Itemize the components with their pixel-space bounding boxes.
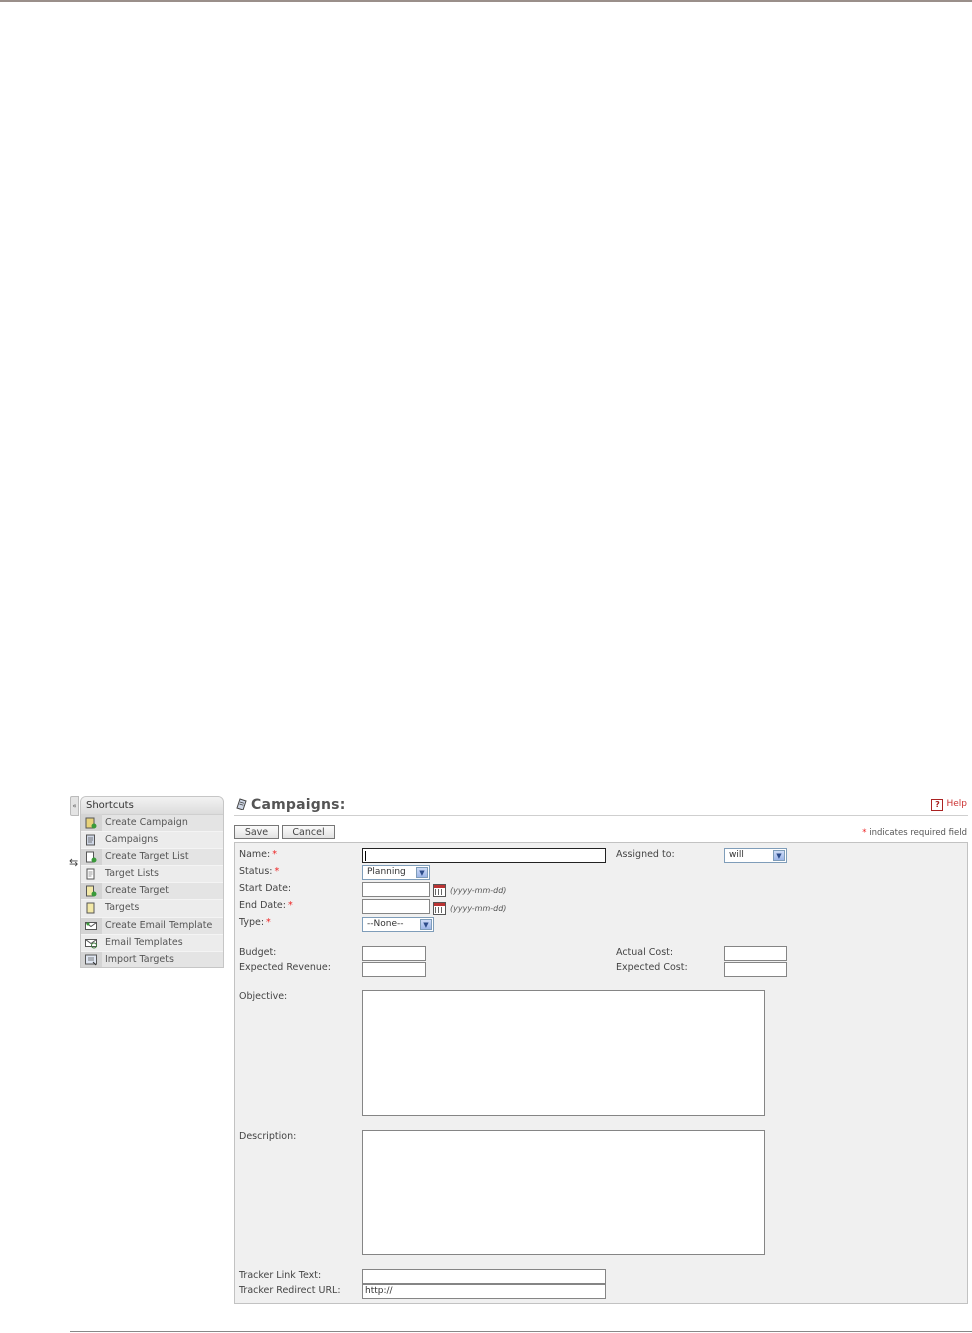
sidebar-item-create-target-list[interactable]: Create Target List xyxy=(81,849,223,867)
sidebar-item-label: Email Templates xyxy=(105,936,183,948)
expected-cost-label: Expected Cost: xyxy=(616,962,688,973)
sidebar-item-label: Target Lists xyxy=(105,868,159,880)
assigned-to-label: Assigned to: xyxy=(616,849,675,860)
objective-label: Objective: xyxy=(239,991,288,1002)
sidebar-item-label: Targets xyxy=(105,902,140,914)
tracker-link-text-label: Tracker Link Text: xyxy=(239,1270,322,1281)
top-rule xyxy=(0,0,972,2)
description-label: Description: xyxy=(239,1131,297,1142)
create-email-template-icon xyxy=(85,921,97,930)
page-title-text: Campaigns: xyxy=(251,797,346,813)
assigned-to-value: will xyxy=(729,850,744,860)
required-field-note: * indicates required field xyxy=(862,828,967,838)
expected-revenue-label: Expected Revenue: xyxy=(239,962,331,973)
create-target-icon xyxy=(86,885,97,897)
type-label: Type: * xyxy=(239,917,271,928)
expected-cost-input[interactable] xyxy=(724,962,787,977)
tracker-link-text-input[interactable] xyxy=(362,1269,606,1284)
create-target-list-icon xyxy=(86,851,97,863)
budget-input[interactable] xyxy=(362,946,426,961)
title-divider xyxy=(234,815,968,816)
sidebar-collapse-tab[interactable]: « xyxy=(70,796,79,816)
sidebar-item-import-targets[interactable]: Import Targets xyxy=(81,952,223,967)
name-input[interactable] xyxy=(362,848,606,863)
assigned-to-select[interactable]: will ▼ xyxy=(724,848,787,863)
objective-textarea[interactable] xyxy=(362,990,765,1116)
sidebar-title: Shortcuts xyxy=(81,797,223,815)
name-label-text: Name: xyxy=(239,849,271,860)
sidebar-item-label: Create Email Template xyxy=(105,919,213,931)
shortcut-list: Create Campaign Campaigns Create Target … xyxy=(81,815,223,967)
description-textarea[interactable] xyxy=(362,1130,765,1255)
sidebar-item-campaigns[interactable]: Campaigns xyxy=(81,832,223,850)
type-select[interactable]: --None-- ▼ xyxy=(362,917,434,932)
start-date-input[interactable] xyxy=(362,882,430,897)
tracker-redirect-url-input[interactable]: http:// xyxy=(362,1284,606,1299)
type-label-text: Type: xyxy=(239,917,265,928)
help-icon: ? xyxy=(931,799,944,811)
sidebar-item-target-lists[interactable]: Target Lists xyxy=(81,866,223,884)
save-button[interactable]: Save xyxy=(234,825,279,839)
sidebar-item-label: Create Target List xyxy=(105,851,189,863)
sidebar-item-targets[interactable]: Targets xyxy=(81,900,223,918)
type-value: --None-- xyxy=(367,919,404,929)
chevron-down-icon: ▼ xyxy=(773,850,785,861)
target-lists-icon xyxy=(86,868,95,880)
date-format-hint: (yyyy-mm-dd) xyxy=(450,904,507,913)
status-select[interactable]: Planning ▼ xyxy=(362,865,430,880)
date-format-hint: (yyyy-mm-dd) xyxy=(450,886,507,895)
calendar-icon[interactable] xyxy=(433,884,446,897)
required-mark: * xyxy=(274,866,280,877)
chevron-down-icon: ▼ xyxy=(420,919,432,930)
actual-cost-input[interactable] xyxy=(724,946,787,961)
status-label-text: Status: xyxy=(239,866,273,877)
required-mark: * xyxy=(287,900,293,911)
page-title: Campaigns: xyxy=(235,797,346,813)
expected-revenue-input[interactable] xyxy=(362,962,426,977)
status-value: Planning xyxy=(367,867,406,877)
sidebar-item-label: Campaigns xyxy=(105,834,159,846)
budget-label: Budget: xyxy=(239,947,277,958)
shortcuts-sidebar: Shortcuts Create Campaign Campaigns Crea… xyxy=(80,796,224,968)
bottom-rule xyxy=(70,1331,972,1332)
end-date-input[interactable] xyxy=(362,899,430,914)
sidebar-item-label: Create Target xyxy=(105,885,169,897)
email-templates-icon xyxy=(85,938,97,949)
required-star: * xyxy=(862,828,867,838)
import-targets-icon xyxy=(85,954,97,966)
sidebar-item-create-campaign[interactable]: Create Campaign xyxy=(81,815,223,833)
resize-cursor-icon: ⇆ xyxy=(69,856,79,869)
required-mark: * xyxy=(272,849,277,860)
help-link[interactable]: ? Help xyxy=(931,799,967,811)
cancel-button[interactable]: Cancel xyxy=(282,825,335,839)
sidebar-item-label: Import Targets xyxy=(105,953,174,965)
sidebar-item-label: Create Campaign xyxy=(105,817,188,828)
calendar-icon[interactable] xyxy=(433,902,446,915)
sidebar-item-create-target[interactable]: Create Target xyxy=(81,883,223,901)
campaigns-icon xyxy=(86,834,95,846)
create-campaign-icon xyxy=(85,817,97,829)
tracker-redirect-url-label: Tracker Redirect URL: xyxy=(239,1285,341,1296)
end-date-label: End Date: * xyxy=(239,900,293,911)
name-label: Name: * xyxy=(239,849,277,860)
help-label: Help xyxy=(946,799,967,809)
status-label: Status: * xyxy=(239,866,279,877)
campaign-edit-form: Name: * Assigned to: will ▼ Status: * Plan… xyxy=(234,842,968,1304)
required-note-text: indicates required field xyxy=(869,828,967,838)
targets-icon xyxy=(86,902,95,914)
actual-cost-label: Actual Cost: xyxy=(616,947,674,958)
sidebar-item-create-email-template[interactable]: Create Email Template xyxy=(81,918,223,935)
sidebar-item-email-templates[interactable]: Email Templates xyxy=(81,934,223,952)
end-date-label-text: End Date: xyxy=(239,900,286,911)
chevron-down-icon: ▼ xyxy=(416,867,428,878)
start-date-label: Start Date: xyxy=(239,883,292,894)
required-mark: * xyxy=(266,917,271,928)
campaigns-icon xyxy=(236,798,247,810)
